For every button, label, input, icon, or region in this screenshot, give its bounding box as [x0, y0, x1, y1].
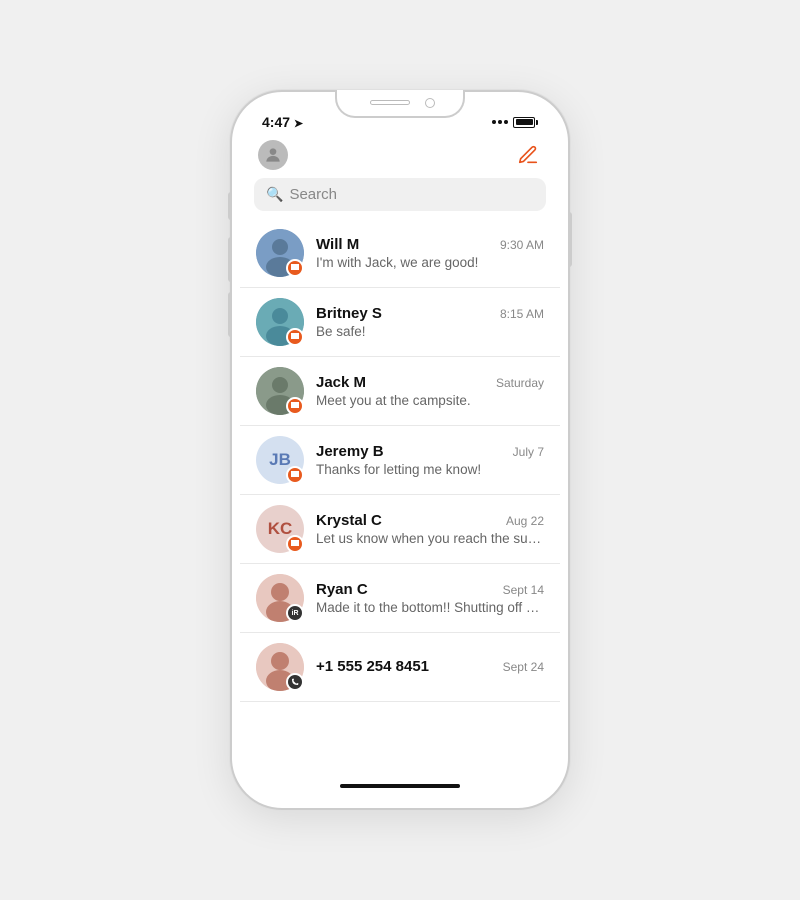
conversation-list: Will M 9:30 AM I'm with Jack, we are goo…	[240, 219, 560, 776]
front-camera	[425, 98, 435, 108]
conv-name: Jeremy B	[316, 443, 384, 460]
power-button	[568, 212, 572, 267]
user-avatar[interactable]	[258, 140, 288, 170]
message-badge	[286, 397, 304, 415]
conv-content: Jack M Saturday Meet you at the campsite…	[316, 374, 544, 408]
avatar-wrap	[256, 643, 304, 691]
signal-dots	[492, 120, 508, 124]
phone-device: 4:47 ➤	[230, 90, 570, 810]
conv-message: Thanks for letting me know!	[316, 462, 544, 477]
dot1	[492, 120, 496, 124]
location-arrow-icon: ➤	[294, 118, 303, 130]
conv-top: Jeremy B July 7	[316, 443, 544, 460]
conv-time: Aug 22	[506, 514, 544, 528]
battery-icon	[513, 117, 538, 128]
message-badge	[286, 466, 304, 484]
message-badge	[286, 328, 304, 346]
conversation-item[interactable]: iR Ryan C Sept 14 Made it to the bottom!…	[240, 564, 560, 633]
conv-time: July 7	[513, 445, 544, 459]
conv-message: Be safe!	[316, 324, 544, 339]
avatar-wrap: JB	[256, 436, 304, 484]
conv-time: Sept 14	[503, 583, 544, 597]
conv-content: Ryan C Sept 14 Made it to the bottom!! S…	[316, 581, 544, 615]
battery-body	[513, 117, 535, 128]
conv-time: Saturday	[496, 376, 544, 390]
message-badge	[286, 259, 304, 277]
phone-screen: 4:47 ➤	[240, 100, 560, 800]
conv-time: 8:15 AM	[500, 307, 544, 321]
conv-name: Krystal C	[316, 512, 382, 529]
conv-content: Britney S 8:15 AM Be safe!	[316, 305, 544, 339]
conv-message: Let us know when you reach the summit!	[316, 531, 544, 546]
conv-top: Jack M Saturday	[316, 374, 544, 391]
compose-button[interactable]	[514, 141, 542, 169]
conv-content: Krystal C Aug 22 Let us know when you re…	[316, 512, 544, 546]
conv-time: 9:30 AM	[500, 238, 544, 252]
avatar-wrap	[256, 298, 304, 346]
conv-name: +1 555 254 8451	[316, 658, 429, 675]
avatar-wrap: KC	[256, 505, 304, 553]
conv-message: Meet you at the campsite.	[316, 393, 544, 408]
conv-top: Krystal C Aug 22	[316, 512, 544, 529]
message-badge	[286, 535, 304, 553]
app-header	[240, 136, 560, 178]
conv-top: Will M 9:30 AM	[316, 236, 544, 253]
conv-content: Jeremy B July 7 Thanks for letting me kn…	[316, 443, 544, 477]
home-indicator	[240, 776, 560, 800]
conv-content: +1 555 254 8451 Sept 24	[316, 658, 544, 677]
dot2	[498, 120, 502, 124]
phone-notch	[335, 90, 465, 118]
conv-name: Ryan C	[316, 581, 368, 598]
message-dark-badge: iR	[286, 604, 304, 622]
phone-badge	[286, 673, 304, 691]
speaker-grill	[370, 100, 410, 105]
dot3	[504, 120, 508, 124]
conv-top: Ryan C Sept 14	[316, 581, 544, 598]
volume-up-button	[228, 237, 232, 282]
avatar-wrap	[256, 229, 304, 277]
conv-message: I'm with Jack, we are good!	[316, 255, 544, 270]
battery-fill	[516, 119, 533, 125]
conv-top: +1 555 254 8451 Sept 24	[316, 658, 544, 675]
conversation-item[interactable]: Will M 9:30 AM I'm with Jack, we are goo…	[240, 219, 560, 288]
search-icon: 🔍	[266, 186, 283, 203]
avatar-wrap: iR	[256, 574, 304, 622]
conversation-item[interactable]: Jack M Saturday Meet you at the campsite…	[240, 357, 560, 426]
avatar-wrap	[256, 367, 304, 415]
conv-message: Made it to the bottom!! Shutting off now…	[316, 600, 544, 615]
conv-name: Britney S	[316, 305, 382, 322]
status-time: 4:47 ➤	[262, 114, 303, 130]
conv-time: Sept 24	[503, 660, 544, 674]
conversation-item[interactable]: Britney S 8:15 AM Be safe!	[240, 288, 560, 357]
conversation-item[interactable]: +1 555 254 8451 Sept 24	[240, 633, 560, 702]
search-bar[interactable]: 🔍 Search	[254, 178, 546, 211]
conv-name: Jack M	[316, 374, 366, 391]
search-placeholder: Search	[289, 186, 337, 203]
conv-top: Britney S 8:15 AM	[316, 305, 544, 322]
conv-name: Will M	[316, 236, 359, 253]
conversation-item[interactable]: JB Jeremy B July 7 Thanks for letting me…	[240, 426, 560, 495]
status-icons	[492, 117, 538, 128]
home-bar	[340, 784, 460, 788]
conv-content: Will M 9:30 AM I'm with Jack, we are goo…	[316, 236, 544, 270]
battery-tip	[536, 120, 538, 125]
conversation-item[interactable]: KC Krystal C Aug 22 Let us know when you…	[240, 495, 560, 564]
mute-button	[228, 192, 232, 220]
volume-down-button	[228, 292, 232, 337]
